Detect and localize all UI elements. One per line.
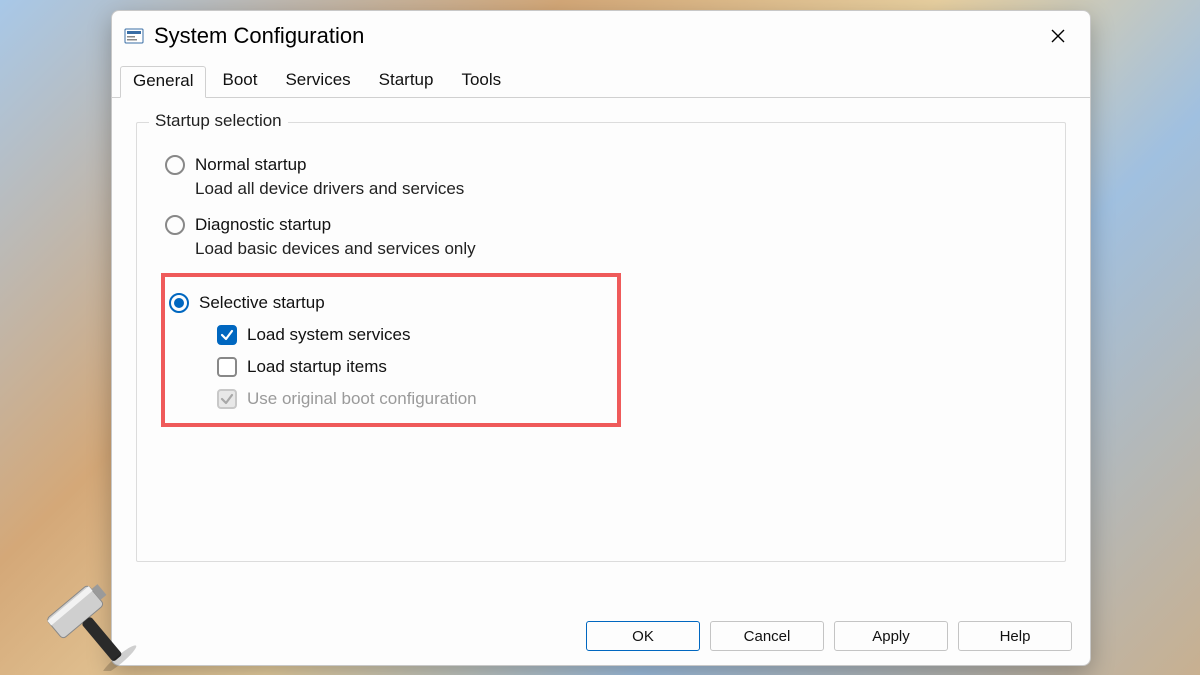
selective-startup-radio[interactable] xyxy=(169,293,189,313)
normal-startup-label: Normal startup xyxy=(195,155,306,175)
selective-sub-options: Load system services Load startup items … xyxy=(217,325,587,409)
help-button[interactable]: Help xyxy=(958,621,1072,651)
normal-startup-option: Normal startup Load all device drivers a… xyxy=(165,155,1045,199)
tab-tools[interactable]: Tools xyxy=(449,66,513,98)
system-configuration-dialog: System Configuration General Boot Servic… xyxy=(111,10,1091,666)
group-legend: Startup selection xyxy=(149,111,288,131)
normal-startup-radio[interactable] xyxy=(165,155,185,175)
normal-startup-desc: Load all device drivers and services xyxy=(195,179,1045,199)
dialog-buttons: OK Cancel Apply Help xyxy=(112,611,1090,665)
diagnostic-startup-radio[interactable] xyxy=(165,215,185,235)
diagnostic-startup-label: Diagnostic startup xyxy=(195,215,331,235)
general-panel: Startup selection Normal startup Load al… xyxy=(112,98,1090,611)
close-button[interactable] xyxy=(1036,20,1080,52)
use-original-boot-label: Use original boot configuration xyxy=(247,389,477,409)
selective-startup-highlight: Selective startup Load system services L… xyxy=(161,273,621,427)
diagnostic-startup-desc: Load basic devices and services only xyxy=(195,239,1045,259)
tab-startup[interactable]: Startup xyxy=(367,66,446,98)
selective-startup-label: Selective startup xyxy=(199,293,325,313)
load-system-services-label: Load system services xyxy=(247,325,410,345)
use-original-boot-checkbox xyxy=(217,389,237,409)
app-icon xyxy=(124,26,144,46)
tab-strip: General Boot Services Startup Tools xyxy=(112,65,1090,98)
window-title: System Configuration xyxy=(154,23,1036,49)
diagnostic-startup-option: Diagnostic startup Load basic devices an… xyxy=(165,215,1045,259)
tab-general[interactable]: General xyxy=(120,66,206,98)
startup-selection-group: Startup selection Normal startup Load al… xyxy=(136,122,1066,562)
load-startup-items-checkbox[interactable] xyxy=(217,357,237,377)
load-system-services-checkbox[interactable] xyxy=(217,325,237,345)
ok-button[interactable]: OK xyxy=(586,621,700,651)
tab-services[interactable]: Services xyxy=(273,66,362,98)
tab-boot[interactable]: Boot xyxy=(210,66,269,98)
apply-button[interactable]: Apply xyxy=(834,621,948,651)
load-startup-items-label: Load startup items xyxy=(247,357,387,377)
cancel-button[interactable]: Cancel xyxy=(710,621,824,651)
titlebar: System Configuration xyxy=(112,11,1090,57)
